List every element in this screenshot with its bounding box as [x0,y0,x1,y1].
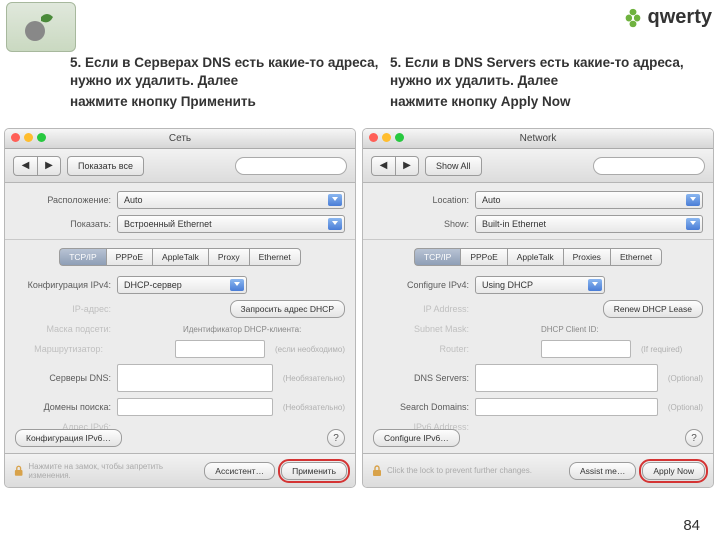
cfg-select[interactable]: DHCP-сервер [117,276,247,294]
slide-logo [6,2,76,52]
mask-label: Маска подсети: [15,324,111,334]
prefs-window-ru: Сеть ◀ ▶ Показать все Расположение: Auto… [4,128,356,488]
caption-right: 5. Если в DNS Servers есть какие-то адре… [390,54,700,111]
apply-button[interactable]: Apply Now [642,462,705,480]
lock-text: Click the lock to prevent further change… [387,466,532,475]
ip-label: IP Address: [373,304,469,314]
forward-button[interactable]: ▶ [395,156,419,176]
tab-tcpip[interactable]: TCP/IP [414,248,460,266]
client-label: DHCP Client ID: [541,325,703,334]
brand-mark: qwerty [622,6,712,29]
router-label: Router: [373,344,469,354]
help-button[interactable]: ? [685,429,703,447]
client-field[interactable] [541,340,631,358]
show-select[interactable]: Built-in Ethernet [475,215,703,233]
forward-button[interactable]: ▶ [37,156,61,176]
renew-button[interactable]: Renew DHCP Lease [603,300,703,318]
lock-button[interactable]: Нажмите на замок, чтобы запретить измене… [13,462,198,480]
router-label: Маршрутизатор: [15,344,103,354]
show-all-button[interactable]: Show All [425,156,482,176]
ipv6-config-button[interactable]: Конфигурация IPv6… [15,429,122,447]
dns-hint: (Необязательно) [283,374,345,383]
dns-field[interactable] [475,364,658,392]
tab-ethernet[interactable]: Ethernet [610,248,662,266]
domains-hint: (Optional) [668,403,703,412]
dns-hint: (Optional) [668,374,703,383]
caption-left-line2: нажмите кнопку Применить [70,93,380,111]
footer: Click the lock to prevent further change… [363,453,713,487]
window-title: Network [520,133,557,144]
caption-left: 5. Если в Серверах DNS есть какие-то адр… [70,54,380,111]
footer: Нажмите на замок, чтобы запретить измене… [5,453,355,487]
show-select[interactable]: Встроенный Ethernet [117,215,345,233]
domains-field[interactable] [475,398,658,416]
domains-label: Search Domains: [373,402,469,412]
lock-text: Нажмите на замок, чтобы запретить измене… [28,462,198,480]
search-input[interactable] [235,157,347,175]
lock-button[interactable]: Click the lock to prevent further change… [371,465,532,477]
ipv6-config-button[interactable]: Configure IPv6… [373,429,460,447]
cfg-label: Configure IPv4: [373,280,469,290]
tab-ethernet[interactable]: Ethernet [249,248,301,266]
window-title: Сеть [169,133,191,144]
window-controls[interactable] [11,133,46,142]
location-label: Location: [373,195,469,205]
tab-appletalk[interactable]: AppleTalk [152,248,208,266]
divider [363,239,713,240]
help-button[interactable]: ? [327,429,345,447]
assist-button[interactable]: Ассистент… [204,462,275,480]
location-select[interactable]: Auto [117,191,345,209]
caption-right-line1: 5. Если в DNS Servers есть какие-то адре… [390,55,684,88]
domains-field[interactable] [117,398,273,416]
tab-proxies[interactable]: Proxies [563,248,610,266]
tab-bar: TCP/IP PPPoE AppleTalk Proxy Ethernet [15,248,345,266]
client-field[interactable] [175,340,265,358]
client-label: Идентификатор DHCP-клиента: [183,325,345,334]
divider [5,239,355,240]
apply-button[interactable]: Применить [281,462,347,480]
brand-text: qwerty [648,6,712,29]
window-controls[interactable] [369,133,404,142]
tab-bar: TCP/IP PPPoE AppleTalk Proxies Ethernet [373,248,703,266]
dns-label: DNS Servers: [373,373,469,383]
domains-label: Домены поиска: [15,402,111,412]
tab-tcpip[interactable]: TCP/IP [59,248,105,266]
show-label: Show: [373,219,469,229]
domains-hint: (Необязательно) [283,403,345,412]
toolbar: ◀ ▶ Show All [363,149,713,183]
client-hint: (If required) [641,345,682,354]
client-hint: (если необходимо) [275,345,345,354]
search-input[interactable] [593,157,705,175]
tab-appletalk[interactable]: AppleTalk [507,248,563,266]
renew-button[interactable]: Запросить адрес DHCP [230,300,345,318]
dns-field[interactable] [117,364,273,392]
page-number: 84 [683,517,700,534]
tab-pppoe[interactable]: PPPoE [106,248,152,266]
caption-left-line1: 5. Если в Серверах DNS есть какие-то адр… [70,55,378,88]
back-button[interactable]: ◀ [13,156,37,176]
ip-label: IP-адрес: [15,304,111,314]
dns-label: Серверы DNS: [15,373,111,383]
caption-right-line2: нажмите кнопку Apply Now [390,93,700,111]
tab-proxy[interactable]: Proxy [208,248,249,266]
toolbar: ◀ ▶ Показать все [5,149,355,183]
location-select[interactable]: Auto [475,191,703,209]
assist-button[interactable]: Assist me… [569,462,636,480]
titlebar: Сеть [5,129,355,149]
cfg-select[interactable]: Using DHCP [475,276,605,294]
cfg-label: Конфигурация IPv4: [15,280,111,290]
location-label: Расположение: [15,195,111,205]
mask-label: Subnet Mask: [373,324,469,334]
titlebar: Network [363,129,713,149]
show-label: Показать: [15,219,111,229]
prefs-window-en: Network ◀ ▶ Show All Location: Auto Show… [362,128,714,488]
tab-pppoe[interactable]: PPPoE [460,248,506,266]
back-button[interactable]: ◀ [371,156,395,176]
show-all-button[interactable]: Показать все [67,156,144,176]
